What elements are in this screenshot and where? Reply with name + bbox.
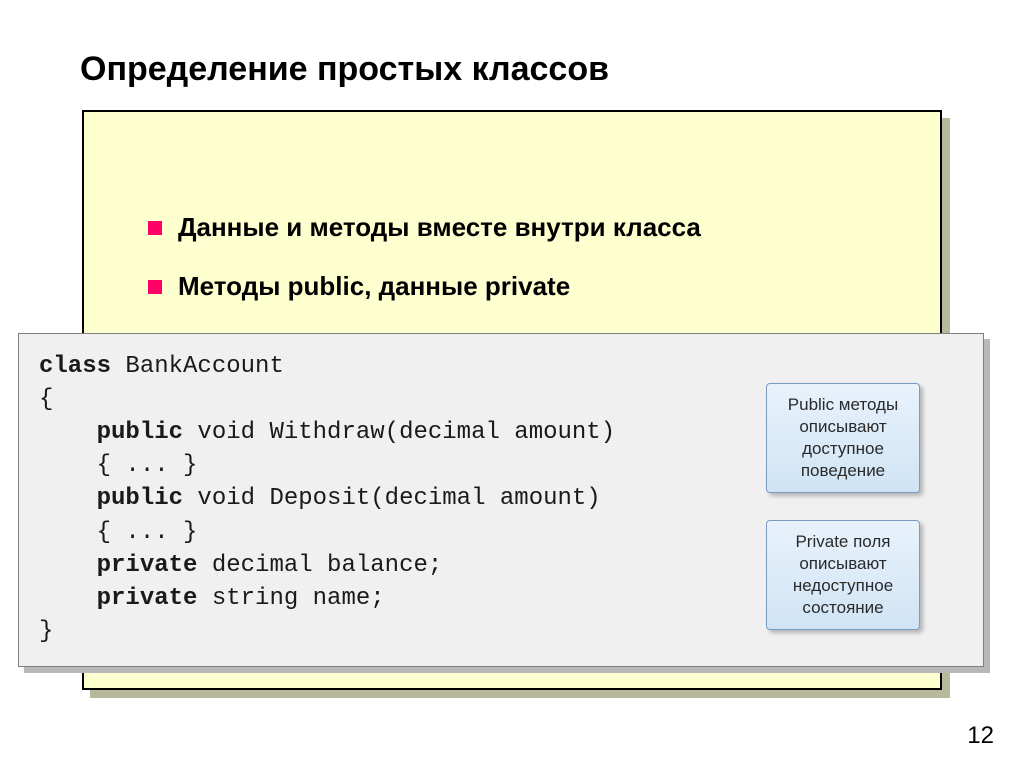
bullet-list: Данные и методы вместе внутри класса Мет… [148,212,908,330]
list-item: Данные и методы вместе внутри класса [148,212,908,243]
list-item: Методы public, данные private [148,271,908,302]
bullet-icon [148,280,162,294]
callout-private: Private поля описывают недоступное состо… [766,520,920,630]
bullet-text: Методы public, данные private [178,271,570,302]
callout-public: Public методы описывают доступное поведе… [766,383,920,493]
bullet-text: Данные и методы вместе внутри класса [178,212,701,243]
slide-title: Определение простых классов [80,50,609,89]
slide: Определение простых классов Данные и мет… [0,0,1024,768]
bullet-icon [148,221,162,235]
page-number: 12 [967,722,994,750]
